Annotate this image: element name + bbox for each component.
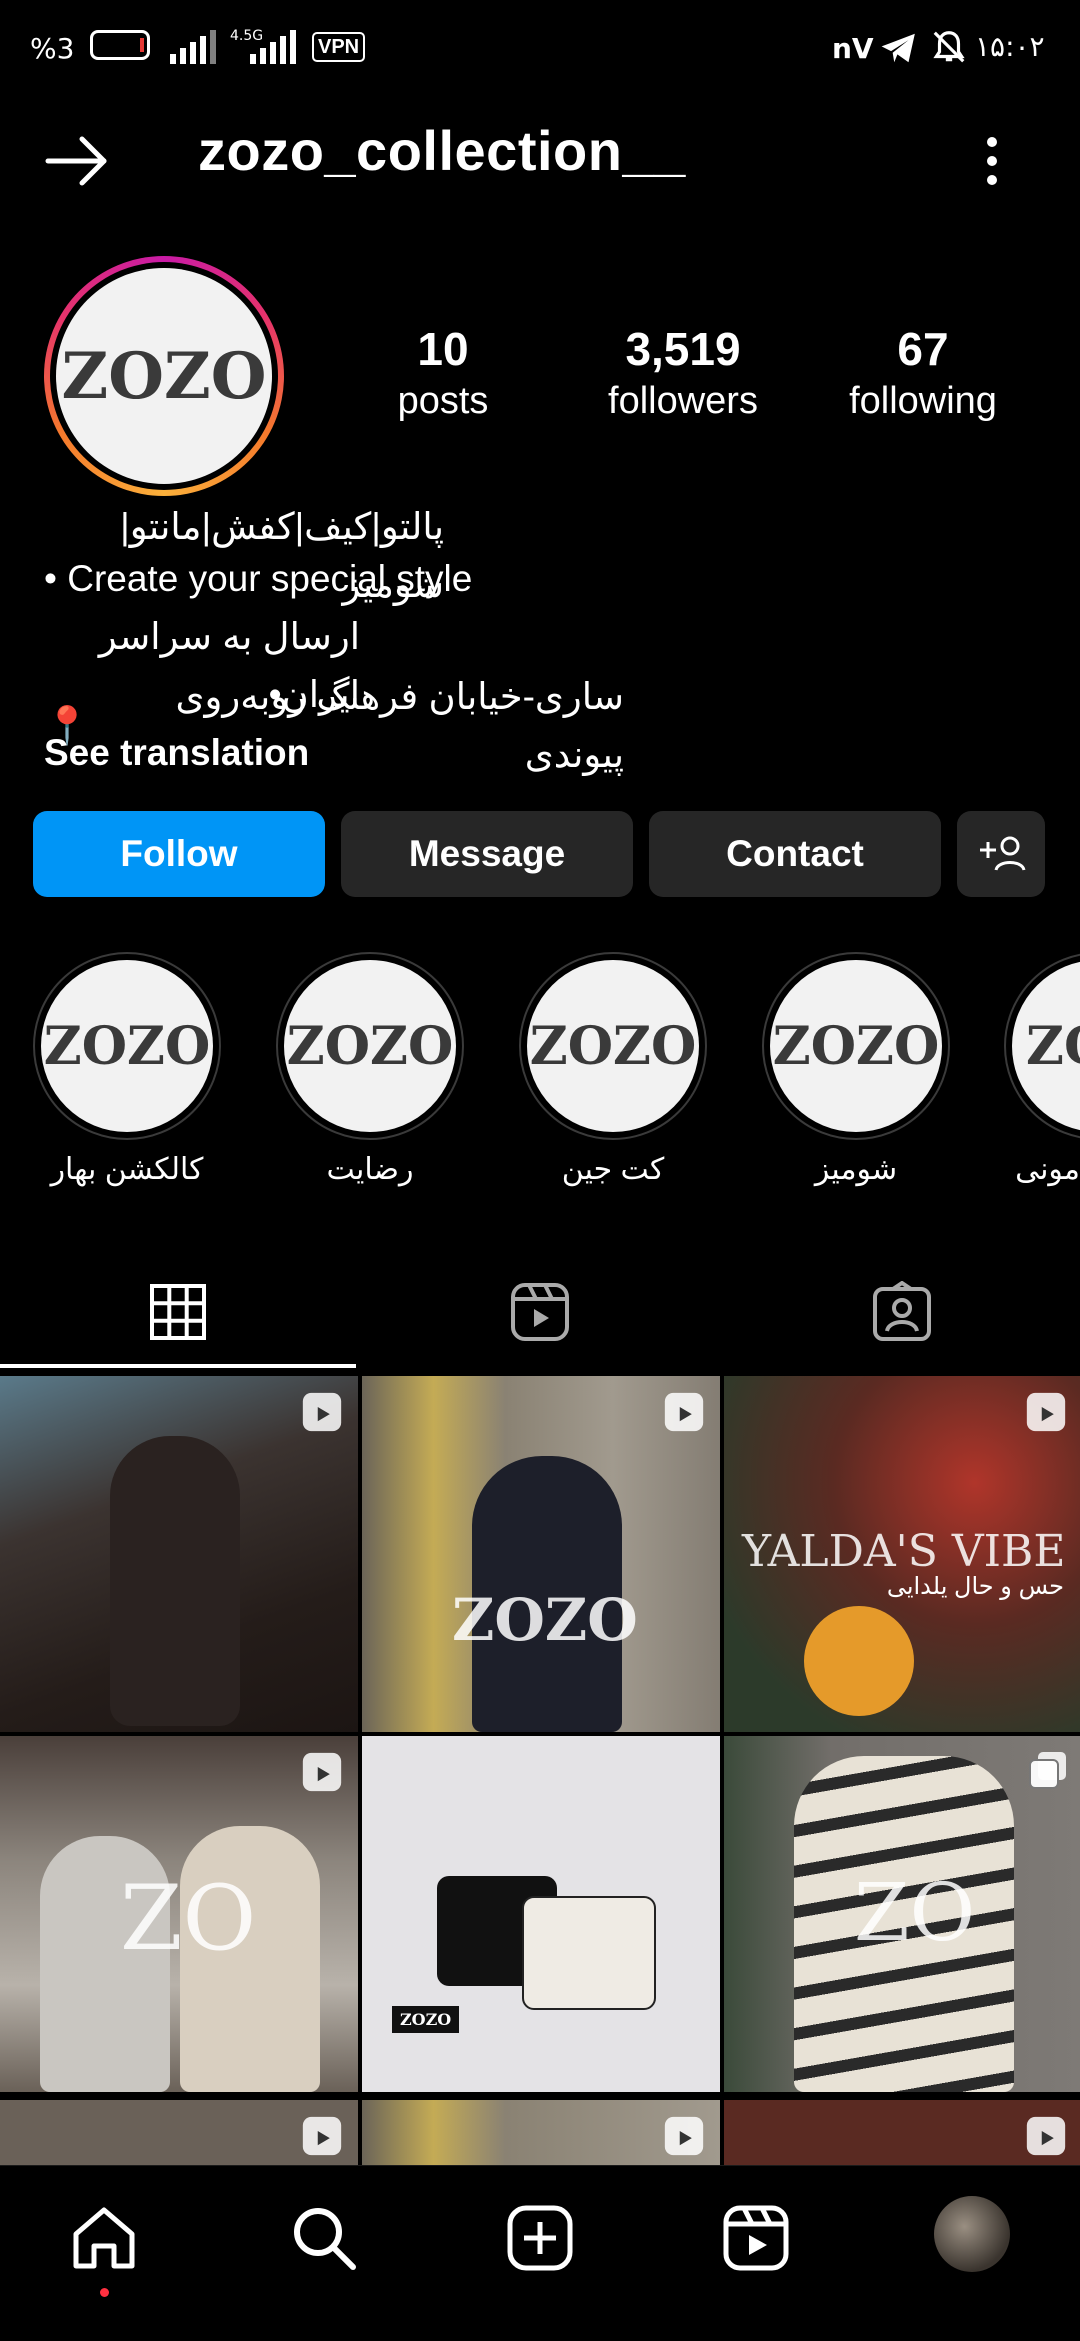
reels-icon — [511, 1283, 569, 1341]
reel-icon — [1026, 2116, 1066, 2156]
bio-tagline: • Create your special style — [44, 558, 473, 599]
post-thumbnail[interactable]: ZO — [0, 1736, 358, 2092]
highlight-item[interactable]: ZOZO رضایت — [275, 952, 465, 1187]
nav-search[interactable] — [290, 2204, 358, 2277]
suggested-users-button[interactable] — [957, 811, 1045, 897]
tagged-icon — [873, 1281, 931, 1341]
stat-value: 3,519 — [625, 323, 741, 375]
bottom-navigation — [0, 2165, 1080, 2341]
post-overlay: ZO — [120, 1866, 257, 1971]
highlight-ring: ZOZO — [33, 952, 221, 1140]
see-translation-link[interactable]: See translation — [44, 724, 309, 782]
highlight-cover: ZOZO — [527, 960, 699, 1132]
post-overlay: YALDA'S VIBE — [742, 1526, 1066, 1577]
following-count[interactable]: 67 following — [823, 322, 1023, 423]
home-icon — [73, 2207, 135, 2269]
highlight-label: رضایت — [326, 1153, 414, 1186]
vpn-badge: VPN — [312, 32, 366, 62]
profile-avatar[interactable]: ZOZO — [56, 268, 272, 484]
highlight-cover: ZOZO — [770, 960, 942, 1132]
highlight-item[interactable]: ZOZO کت جین — [518, 952, 708, 1187]
reels-icon — [723, 2205, 789, 2271]
battery-icon — [90, 30, 150, 60]
signal-icon — [170, 30, 216, 64]
post-overlay: ZOZO — [452, 1586, 638, 1654]
reel-icon — [302, 1392, 342, 1432]
followers-count[interactable]: 3,519 followers — [583, 322, 783, 423]
carousel-icon — [1029, 1752, 1066, 1789]
highlight-label: شومیز — [814, 1153, 898, 1186]
highlight-cover: ZOZO — [284, 960, 456, 1132]
tab-reels[interactable] — [362, 1260, 718, 1364]
reel-icon — [664, 1392, 704, 1432]
posts-count[interactable]: 10 posts — [343, 322, 543, 423]
stat-value: 10 — [417, 323, 469, 375]
highlight-label: مونی — [1015, 1153, 1080, 1186]
clock: ۱۵:۰۲ — [975, 30, 1045, 63]
active-tab-indicator — [0, 1364, 356, 1368]
arrow-icon[interactable] — [44, 134, 110, 188]
signal-icon-2 — [250, 30, 296, 64]
stat-label: following — [849, 380, 997, 422]
nav-reels[interactable] — [722, 2204, 790, 2277]
post-overlay: ZO — [854, 1866, 976, 1959]
reel-icon — [302, 1752, 342, 1792]
post-thumbnail[interactable] — [724, 2100, 1080, 2165]
tab-grid[interactable] — [0, 1260, 356, 1364]
highlight-cover: ZOZO — [41, 960, 213, 1132]
highlight-item[interactable]: ZO مونی — [1004, 952, 1080, 1212]
grid-icon — [150, 1284, 206, 1340]
search-icon — [294, 2208, 356, 2270]
telegram-icon — [881, 33, 915, 63]
reel-icon — [664, 2116, 704, 2156]
post-thumbnail[interactable] — [362, 2100, 720, 2165]
profile-username: zozo_collection__ — [198, 119, 686, 182]
highlight-label: کالکشن بهار — [50, 1153, 204, 1186]
add-person-icon — [980, 836, 1026, 871]
stat-label: followers — [608, 380, 758, 422]
follow-button[interactable]: Follow — [33, 811, 325, 897]
profile-avatar[interactable] — [934, 2196, 1010, 2272]
highlight-ring: ZOZO — [519, 952, 707, 1140]
post-pumpkin — [804, 1606, 914, 1716]
reel-icon — [302, 2116, 342, 2156]
bell-muted-icon — [933, 31, 965, 63]
post-figure — [110, 1436, 240, 1726]
nav-create[interactable] — [506, 2204, 574, 2277]
post-bag-white — [522, 1896, 656, 2010]
battery-percent: %3 — [30, 32, 75, 65]
post-thumbnail[interactable]: ZO — [724, 1736, 1080, 2092]
post-overlay-sub: حس و حال یلدایی — [886, 1573, 1064, 1600]
reel-icon — [1026, 1392, 1066, 1432]
stat-value: 67 — [897, 323, 949, 375]
highlight-ring: ZOZO — [762, 952, 950, 1140]
stat-label: posts — [397, 380, 489, 422]
post-thumbnail[interactable]: YALDA'S VIBE حس و حال یلدایی — [724, 1376, 1080, 1732]
carrier-badge: nV — [832, 32, 874, 65]
notification-dot — [100, 2288, 109, 2297]
tab-tagged[interactable] — [724, 1260, 1080, 1364]
highlight-label: کت جین — [561, 1153, 665, 1186]
highlight-ring: ZO — [1004, 952, 1080, 1140]
post-thumbnail[interactable]: ZOZO — [362, 1736, 720, 2092]
message-button[interactable]: Message — [341, 811, 633, 897]
status-bar: %3 4.5G VPN nV ۱۵:۰۲ — [0, 0, 1080, 100]
post-thumbnail[interactable]: ZOZO — [362, 1376, 720, 1732]
more-vertical-icon[interactable] — [980, 134, 1004, 188]
highlight-item[interactable]: ZOZO شومیز — [761, 952, 951, 1187]
nav-home[interactable] — [70, 2204, 138, 2297]
post-overlay: ZOZO — [392, 2006, 460, 2033]
highlight-ring: ZOZO — [276, 952, 464, 1140]
contact-button[interactable]: Contact — [649, 811, 941, 897]
highlight-cover: ZO — [1012, 960, 1080, 1132]
post-thumbnail[interactable] — [0, 1376, 358, 1732]
highlight-item[interactable]: ZOZO کالکشن بهار — [32, 952, 222, 1187]
create-icon — [507, 2205, 573, 2271]
post-thumbnail[interactable] — [0, 2100, 358, 2165]
